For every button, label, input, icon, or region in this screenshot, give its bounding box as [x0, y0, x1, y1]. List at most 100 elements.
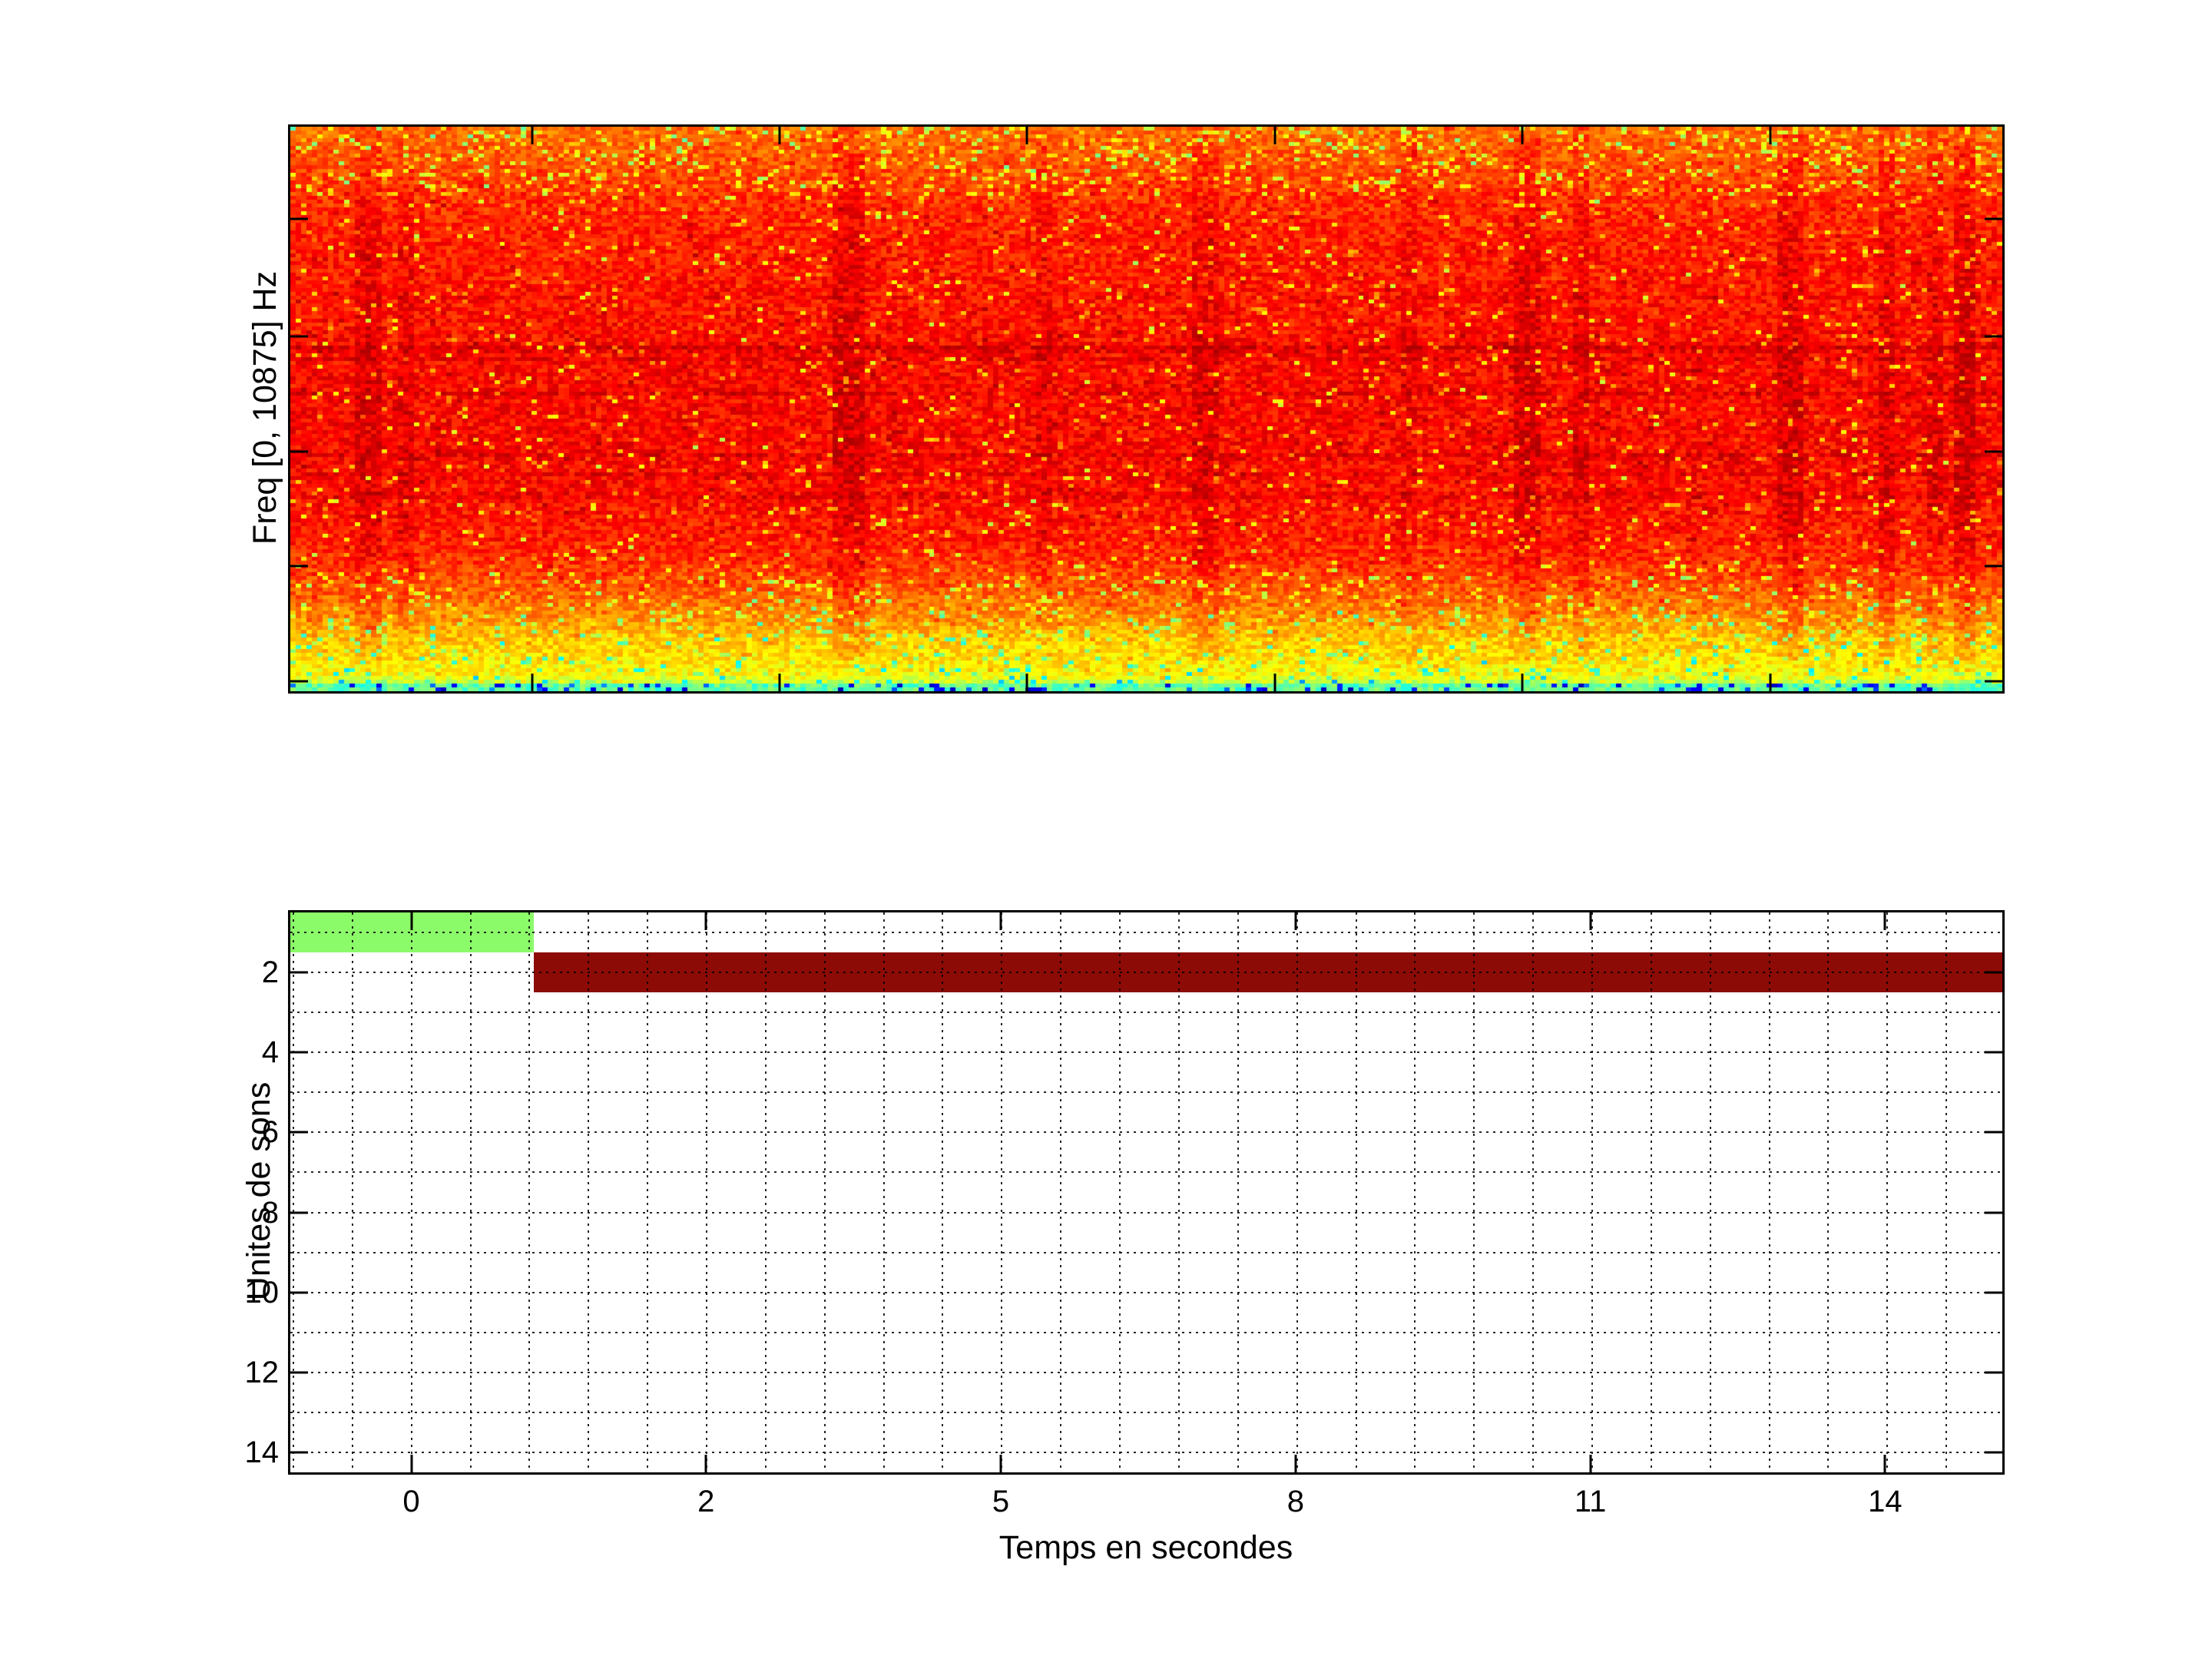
timeline-grid-line-vertical	[1414, 912, 1416, 1472]
timeline-grid-line-horizontal	[290, 1051, 2002, 1054]
timeline-y-tick	[1985, 1291, 2002, 1294]
spectrogram-x-tick	[531, 674, 533, 691]
timeline-x-tick	[1589, 912, 1592, 930]
spectrogram-y-tick	[1985, 335, 2002, 338]
timeline-y-tick	[1985, 1051, 2002, 1054]
spectrogram-x-tick	[1769, 674, 1772, 691]
spectrogram-y-tick	[1985, 217, 2002, 220]
timeline-grid-line-vertical	[1355, 912, 1357, 1472]
timeline-grid-line-horizontal	[290, 1331, 2002, 1333]
timeline-grid-line-vertical	[469, 912, 472, 1472]
timeline-x-tick-label: 14	[1868, 1485, 1902, 1518]
timeline-grid-line-vertical	[1532, 912, 1535, 1472]
timeline-x-tick-label: 5	[992, 1485, 1010, 1518]
timeline-grid-line-vertical	[647, 912, 649, 1472]
timeline-grid-line-horizontal	[290, 1411, 2002, 1413]
spectrogram-x-tick	[778, 674, 781, 691]
timeline-y-tick	[290, 1291, 308, 1294]
timeline-grid-line-vertical	[1473, 912, 1475, 1472]
spectrogram-x-tick	[531, 127, 533, 144]
spectrogram-plot-area	[288, 124, 2005, 694]
matlab-figure: Freq [0, 10875] Hz 0 2 5 8 11 14 2 4 6 8 10 12 14 U…	[0, 0, 2212, 1659]
timeline-x-tick	[704, 912, 707, 930]
timeline-grid-line-vertical	[1709, 912, 1711, 1472]
timeline-x-tick	[999, 912, 1002, 930]
spectrogram-y-tick	[290, 565, 308, 568]
timeline-y-tick	[290, 1131, 308, 1134]
spectrogram-y-tick	[1985, 565, 2002, 568]
timeline-y-tick	[1985, 1451, 2002, 1454]
timeline-x-axis-label: Temps en secondes	[998, 1529, 1293, 1566]
timeline-x-tick	[410, 1455, 412, 1472]
timeline-grid-line-horizontal	[290, 1012, 2002, 1014]
spectrogram-y-tick	[290, 680, 308, 683]
timeline-grid-line-vertical	[942, 912, 944, 1472]
spectrogram-x-tick	[778, 127, 781, 144]
timeline-grid-line-vertical	[1650, 912, 1652, 1472]
timeline-grid-line-vertical	[1591, 912, 1593, 1472]
timeline-y-tick	[1985, 971, 2002, 974]
timeline-grid-line-horizontal	[290, 1091, 2002, 1094]
spectrogram-x-tick	[1521, 674, 1524, 691]
timeline-y-tick-label: 12	[244, 1355, 280, 1389]
timeline-x-tick-label: 11	[1574, 1485, 1607, 1518]
timeline-y-tick	[1985, 1211, 2002, 1214]
timeline-x-tick	[999, 1455, 1002, 1472]
spectrogram-y-axis-label: Freq [0, 10875] Hz	[247, 270, 283, 545]
timeline-grid-line-horizontal	[290, 932, 2002, 934]
spectrogram-x-tick	[1273, 674, 1277, 691]
timeline-y-tick	[1985, 1371, 2002, 1374]
timeline-grid-line-vertical	[1827, 912, 1830, 1472]
timeline-x-tick	[1883, 912, 1886, 930]
timeline-grid-line-vertical	[764, 912, 767, 1472]
timeline-grid-line-vertical	[1237, 912, 1239, 1472]
timeline-grid-line-vertical	[1768, 912, 1770, 1472]
timeline-grid-line-vertical	[882, 912, 885, 1472]
timeline-grid-line-horizontal	[290, 1371, 2002, 1373]
spectrogram-y-tick	[290, 217, 308, 220]
timeline-x-tick	[1294, 1455, 1297, 1472]
spectrogram-y-tick	[1985, 450, 2002, 453]
spectrogram-x-tick	[1273, 127, 1277, 144]
timeline-grid-line-vertical	[528, 912, 531, 1472]
timeline-grid-line-horizontal	[290, 1291, 2002, 1293]
timeline-plot-area	[288, 910, 2005, 1475]
spectrogram-y-tick	[290, 335, 308, 338]
timeline-y-tick-label: 2	[261, 955, 279, 990]
timeline-y-tick	[290, 1371, 308, 1374]
timeline-y-tick	[290, 1451, 308, 1454]
timeline-x-tick-label: 0	[402, 1485, 420, 1518]
spectrogram-image	[290, 127, 2002, 691]
timeline-grid-line-vertical	[1001, 912, 1003, 1472]
timeline-grid-line-vertical	[1886, 912, 1889, 1472]
spectrogram-x-tick	[1025, 127, 1028, 144]
timeline-grid-line-horizontal	[290, 1171, 2002, 1174]
timeline-y-tick	[290, 971, 308, 974]
timeline-x-tick	[1589, 1455, 1592, 1472]
timeline-grid-line-vertical	[1060, 912, 1062, 1472]
timeline-x-tick	[410, 912, 412, 930]
timeline-y-tick-label: 4	[261, 1035, 279, 1070]
timeline-grid-line-horizontal	[290, 1131, 2002, 1134]
timeline-grid-line-horizontal	[290, 1451, 2002, 1453]
spectrogram-y-tick	[1985, 680, 2002, 683]
timeline-grid-line-vertical	[823, 912, 826, 1472]
timeline-grid-line-vertical	[1296, 912, 1298, 1472]
timeline-y-tick	[290, 1211, 308, 1214]
timeline-x-tick	[704, 1455, 707, 1472]
timeline-x-tick	[1294, 912, 1297, 930]
spectrogram-y-tick	[290, 450, 308, 453]
timeline-y-tick	[290, 1051, 308, 1054]
timeline-grid-line-vertical	[588, 912, 590, 1472]
timeline-x-tick-label: 2	[697, 1485, 715, 1518]
timeline-grid-line-horizontal	[290, 1251, 2002, 1253]
spectrogram-x-tick	[1025, 674, 1028, 691]
timeline-grid-line-vertical	[1945, 912, 1948, 1472]
timeline-x-tick-label: 8	[1286, 1485, 1304, 1518]
timeline-grid-line-horizontal	[290, 1211, 2002, 1214]
spectrogram-x-tick	[1769, 127, 1772, 144]
timeline-grid-line-vertical	[410, 912, 412, 1472]
timeline-grid-line-vertical	[293, 912, 294, 1472]
timeline-grid-line-vertical	[1119, 912, 1121, 1472]
timeline-y-tick-label: 14	[244, 1435, 280, 1469]
